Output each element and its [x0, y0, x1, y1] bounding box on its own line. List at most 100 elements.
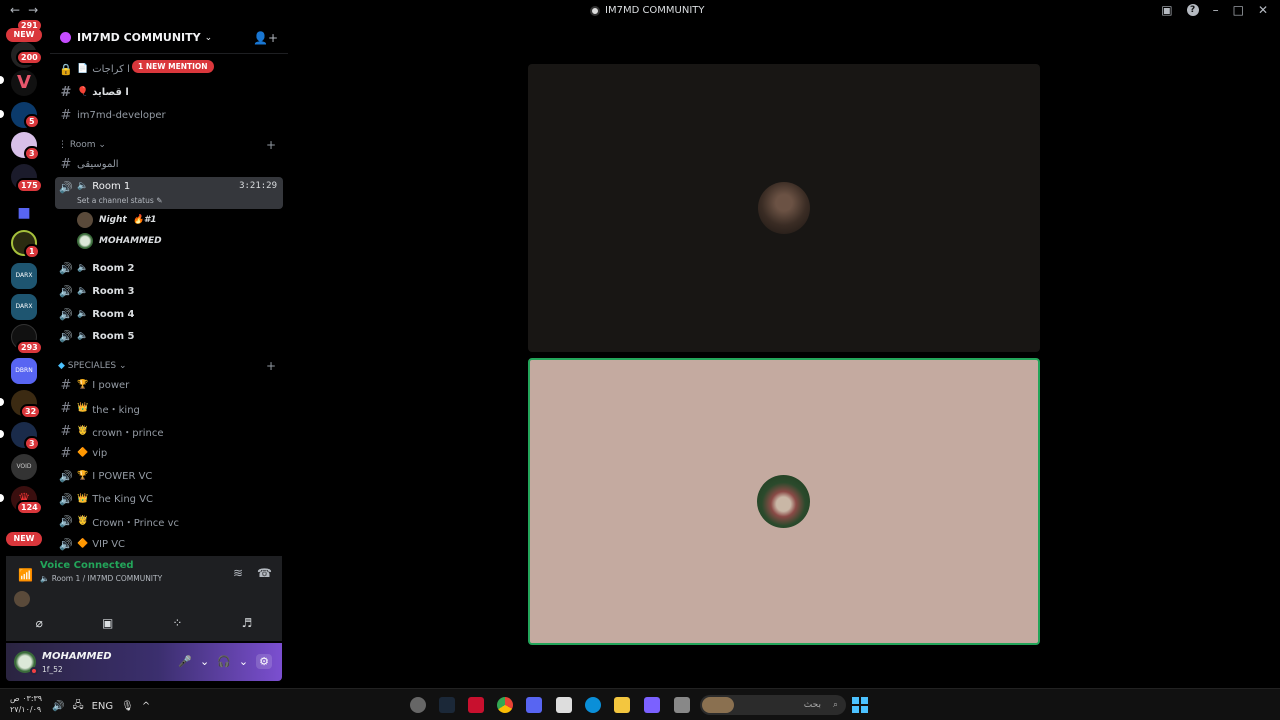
- prince-icon: 🤴: [77, 516, 89, 526]
- forum-lock-icon: 🔒: [59, 62, 73, 76]
- tray-clock[interactable]: ٠٣:٣٩ ص ٢٧/١٠/٠٩: [10, 693, 42, 715]
- avatar[interactable]: [14, 651, 38, 675]
- invite-people-icon[interactable]: 👤+: [253, 31, 278, 45]
- channel-item[interactable]: # 👑 the・king: [55, 398, 283, 418]
- voice-channel[interactable]: 🔊 🔈 Room 3: [55, 281, 283, 301]
- channel-sidebar: IM7MD COMMUNITY ⌄ 👤+ 🔒 📄 ا كراجات 1 NEW …: [50, 22, 288, 552]
- search-highlight-image: [702, 697, 734, 713]
- server-badge: 124: [16, 500, 43, 515]
- noise-suppression-icon[interactable]: ≋: [233, 566, 243, 580]
- voice-channel[interactable]: 🔊 🤴 Crown・Prince vc: [55, 511, 283, 531]
- channel-item[interactable]: # 🎈 ا قصايد: [55, 82, 283, 102]
- speaker-emoji-icon: 🔈: [77, 286, 89, 296]
- app-icon-red[interactable]: [468, 697, 484, 713]
- channel-label: Room 4: [92, 308, 135, 320]
- back-arrow-icon[interactable]: ←: [10, 3, 28, 17]
- taskbar-app-icon[interactable]: [410, 697, 426, 713]
- server-icon-dbrn[interactable]: DBRN: [11, 358, 37, 384]
- unread-pip: [0, 398, 4, 406]
- store-icon[interactable]: [556, 697, 572, 713]
- folder-icon[interactable]: ■: [11, 200, 37, 226]
- chevron-down-icon[interactable]: ⌄: [239, 655, 248, 668]
- microphone-icon[interactable]: 🎤: [178, 655, 192, 668]
- volume-icon[interactable]: 🔊: [52, 701, 64, 712]
- search-box[interactable]: بحث ⌕: [700, 695, 846, 715]
- maximize-button[interactable]: □: [1233, 3, 1244, 17]
- new-unreads-pill-bottom[interactable]: NEW: [6, 532, 42, 546]
- voice-user[interactable]: Night 🔥#1: [77, 211, 157, 229]
- screen-share-icon[interactable]: ▣: [102, 616, 113, 630]
- steam-icon[interactable]: [439, 697, 455, 713]
- language-indicator[interactable]: ENG: [92, 701, 114, 712]
- hashtag-icon: #: [60, 445, 72, 461]
- server-badge: 1: [24, 244, 40, 259]
- category-room[interactable]: ⋮ Room ⌄ +: [58, 138, 276, 152]
- voice-channel[interactable]: 🔊 🔈 Room 4: [55, 304, 283, 324]
- server-badge: 3: [24, 146, 40, 161]
- server-header[interactable]: IM7MD COMMUNITY ⌄ 👤+: [50, 22, 288, 54]
- camera-off-icon[interactable]: ⌀: [36, 616, 43, 630]
- windows-start-icon[interactable]: [852, 697, 868, 713]
- speaker-emoji-icon: 🔈: [77, 331, 89, 341]
- category-specials[interactable]: ◆ SPECIALES ⌄ +: [58, 359, 276, 373]
- server-icon-darx-2[interactable]: DARX: [11, 294, 37, 320]
- speaker-emoji-icon: 🔈: [77, 181, 89, 191]
- channel-item[interactable]: # الموسيقى: [55, 154, 283, 174]
- close-button[interactable]: ✕: [1258, 3, 1268, 17]
- inbox-icon[interactable]: ▣: [1161, 3, 1172, 17]
- new-mention-badge[interactable]: 1 NEW MENTION: [132, 60, 214, 73]
- speaker-lock-icon: 🔊: [59, 492, 73, 506]
- crown-icon: 👑: [77, 494, 89, 504]
- new-unreads-pill-top[interactable]: NEW: [6, 28, 42, 42]
- voice-channel[interactable]: 🔊 🏆 I POWER VC: [55, 466, 283, 486]
- task-view-icon[interactable]: [674, 697, 690, 713]
- gear-icon[interactable]: ⚙: [256, 654, 272, 669]
- server-icon-void[interactable]: VOID: [11, 454, 37, 480]
- channel-item[interactable]: # 🔶 vip: [55, 443, 283, 463]
- username[interactable]: MOHAMMED: [42, 651, 112, 662]
- channel-status[interactable]: Set a channel status ✎: [77, 196, 162, 205]
- voice-user[interactable]: MOHAMMED: [77, 232, 162, 250]
- discord-icon[interactable]: [526, 697, 542, 713]
- add-channel-icon[interactable]: +: [266, 138, 276, 152]
- voice-channel[interactable]: 🔊 👑 The King VC: [55, 489, 283, 509]
- office-icon[interactable]: [644, 697, 660, 713]
- voice-channel[interactable]: 🔊 🔈 Room 5: [55, 326, 283, 346]
- disconnect-icon[interactable]: ☎: [257, 566, 272, 580]
- voice-status-channel[interactable]: 🔈 Room 1 / IM7MD COMMUNITY: [40, 574, 162, 583]
- voice-status-title[interactable]: Voice Connected: [40, 560, 134, 571]
- channel-item[interactable]: # 🏆 I power: [55, 375, 283, 395]
- speaker-icon: 🔊: [59, 261, 73, 275]
- minimize-button[interactable]: –: [1213, 3, 1219, 17]
- soundboard-icon[interactable]: ♬: [242, 616, 253, 630]
- voice-channel[interactable]: 🔊 🔶 VIP VC: [55, 534, 283, 552]
- chevron-down-icon[interactable]: ⌄: [200, 655, 209, 668]
- channel-label: VIP VC: [92, 538, 126, 550]
- channel-label: Room 3: [92, 285, 135, 297]
- channel-item[interactable]: # 🤴 crown・prince: [55, 421, 283, 441]
- headphones-icon[interactable]: 🎧: [217, 655, 231, 668]
- prince-icon: 🤴: [77, 426, 89, 436]
- window-title: IM7MD COMMUNITY: [590, 5, 705, 16]
- channel-item[interactable]: # im7md-developer: [55, 105, 283, 125]
- chrome-icon[interactable]: [497, 697, 513, 713]
- show-hidden-icons[interactable]: ^: [142, 701, 150, 712]
- file-explorer-icon[interactable]: [614, 697, 630, 713]
- server-icon-darx-1[interactable]: DARX: [11, 263, 37, 289]
- participant-tile-speaking[interactable]: [528, 358, 1040, 645]
- server-icon-v[interactable]: V: [11, 70, 37, 96]
- forward-arrow-icon[interactable]: →: [28, 3, 46, 17]
- edge-icon[interactable]: [585, 697, 601, 713]
- activities-icon[interactable]: ⁘: [172, 616, 182, 630]
- add-channel-icon[interactable]: +: [266, 359, 276, 373]
- category-label: SPECIALES: [67, 361, 117, 371]
- help-icon[interactable]: ?: [1186, 4, 1199, 16]
- server-name: IM7MD COMMUNITY: [77, 31, 201, 44]
- network-icon[interactable]: 🖧: [72, 698, 83, 715]
- participant-tile-night[interactable]: [528, 64, 1040, 352]
- microphone-icon[interactable]: 🎙: [121, 701, 134, 712]
- server-badge: 5: [24, 114, 40, 129]
- voice-channel[interactable]: 🔊 🔈 Room 2: [55, 258, 283, 278]
- signal-icon[interactable]: 📶: [18, 568, 33, 582]
- unread-pip: [0, 494, 4, 502]
